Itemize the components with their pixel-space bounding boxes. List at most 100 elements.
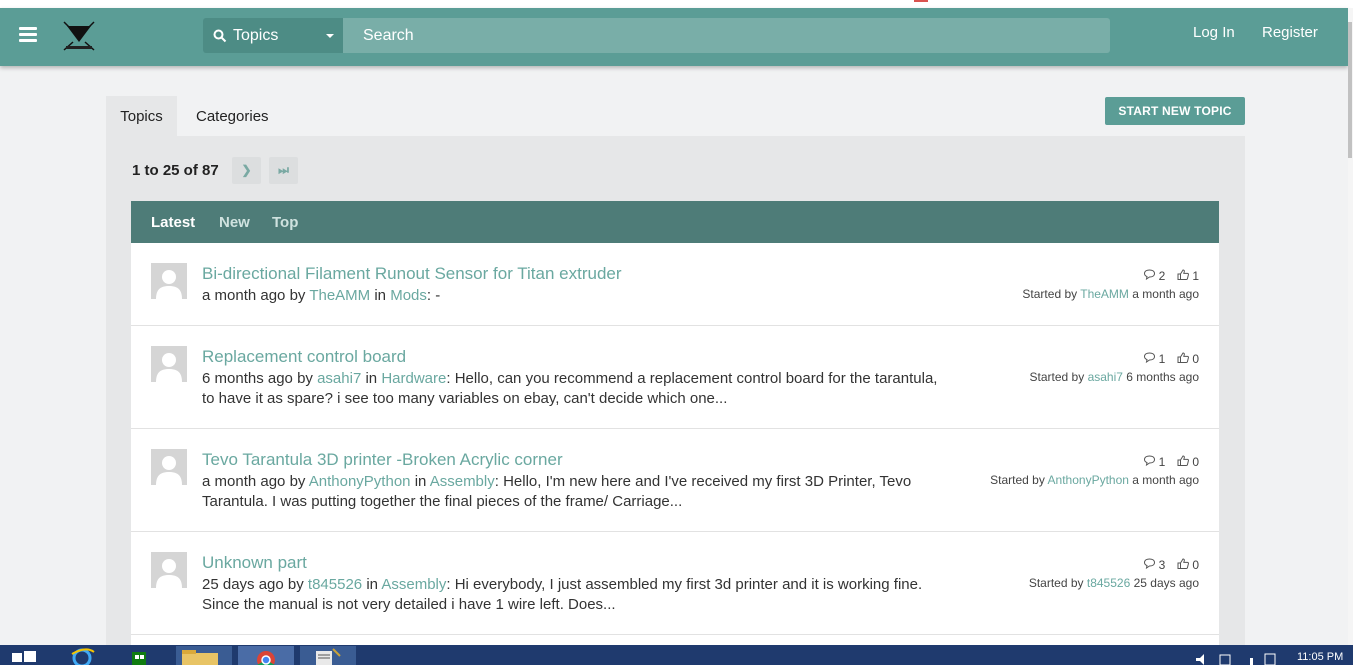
reply-count: 2 xyxy=(1158,269,1166,283)
next-page-button[interactable]: ❯ xyxy=(232,157,261,184)
reply-count: 1 xyxy=(1158,352,1166,366)
filter-top[interactable]: Top xyxy=(272,214,298,231)
thumbs-up-icon xyxy=(1177,352,1190,366)
started-time: 6 months ago xyxy=(1126,370,1199,384)
tab-topics[interactable]: Topics xyxy=(106,96,177,136)
topic-list: Bi-directional Filament Runout Sensor fo… xyxy=(131,243,1219,665)
topic-row[interactable]: Tevo Tarantula 3D printer -Broken Acryli… xyxy=(131,429,1219,532)
reply-count: 1 xyxy=(1158,455,1166,469)
starter-link[interactable]: TheAMM xyxy=(1080,287,1129,301)
store-icon[interactable] xyxy=(118,646,174,665)
topic-started-by: Started by TheAMM a month ago xyxy=(1022,287,1199,301)
started-time: 25 days ago xyxy=(1133,576,1199,590)
topic-started-by: Started by asahi7 6 months ago xyxy=(1030,370,1199,384)
login-link[interactable]: Log In xyxy=(1193,24,1235,41)
site-logo[interactable] xyxy=(58,16,100,58)
topic-meta: a month ago by TheAMM in Mods: - xyxy=(202,286,942,306)
topic-excerpt: : - xyxy=(426,287,441,304)
topic-time: a month ago xyxy=(202,473,286,490)
thumbs-up-icon xyxy=(1177,455,1190,469)
scrollbar[interactable] xyxy=(1348,8,1353,645)
started-by-label: Started by xyxy=(1028,576,1084,590)
notepad-icon[interactable] xyxy=(300,646,356,665)
topic-stats: 10 xyxy=(1131,455,1199,469)
topic-title-link[interactable]: Bi-directional Filament Runout Sensor fo… xyxy=(202,264,622,284)
topic-title-link[interactable]: Unknown part xyxy=(202,553,307,573)
avatar[interactable] xyxy=(151,552,187,588)
system-tray[interactable] xyxy=(1190,646,1290,665)
topic-row[interactable]: Bi-directional Filament Runout Sensor fo… xyxy=(131,243,1219,326)
category-link[interactable]: Mods xyxy=(390,287,427,304)
avatar[interactable] xyxy=(151,449,187,485)
topic-row[interactable]: Replacement control board 6 months ago by… xyxy=(131,326,1219,429)
filter-latest[interactable]: Latest xyxy=(151,214,195,231)
started-time: a month ago xyxy=(1132,473,1199,487)
topic-excerpt: : Hello, can you recommend a replacement… xyxy=(202,370,938,407)
topic-title-link[interactable]: Tevo Tarantula 3D printer -Broken Acryli… xyxy=(202,450,563,470)
thumbs-up-icon xyxy=(1177,558,1190,572)
category-link[interactable]: Assembly xyxy=(430,473,495,490)
starter-link[interactable]: t845526 xyxy=(1087,576,1130,590)
comment-icon xyxy=(1143,269,1156,283)
category-link[interactable]: Assembly xyxy=(381,576,446,593)
topic-title-link[interactable]: Replacement control board xyxy=(202,347,406,367)
author-link[interactable]: asahi7 xyxy=(317,370,361,387)
topic-started-by: Started by t845526 25 days ago xyxy=(1029,576,1199,590)
taskbar-clock: 11:05 PM xyxy=(1297,651,1344,663)
by-label: by xyxy=(287,576,304,593)
topic-row[interactable]: Unknown part 25 days ago by t845526 in As… xyxy=(131,532,1219,635)
browser-indicator xyxy=(914,0,928,2)
reply-count: 3 xyxy=(1158,558,1166,572)
tab-categories[interactable]: Categories xyxy=(196,96,269,136)
search-category-label: Topics xyxy=(233,27,279,44)
author-link[interactable]: t845526 xyxy=(308,576,362,593)
comment-icon xyxy=(1143,352,1156,366)
started-by-label: Started by xyxy=(1022,287,1078,301)
started-time: a month ago xyxy=(1132,287,1199,301)
topic-started-by: Started by AnthonyPython a month ago xyxy=(990,473,1199,487)
started-by-label: Started by xyxy=(990,473,1045,487)
comment-icon xyxy=(1143,558,1156,572)
in-label: in xyxy=(365,370,378,387)
category-link[interactable]: Hardware xyxy=(381,370,446,387)
in-label: in xyxy=(366,576,379,593)
like-count: 0 xyxy=(1192,558,1199,572)
search-icon xyxy=(213,29,227,43)
topic-time: 25 days ago xyxy=(202,576,284,593)
by-label: by xyxy=(297,370,313,387)
topic-time: 6 months ago xyxy=(202,370,293,387)
author-link[interactable]: AnthonyPython xyxy=(309,473,411,490)
avatar[interactable] xyxy=(151,346,187,382)
starter-link[interactable]: asahi7 xyxy=(1088,370,1123,384)
topic-stats: 30 xyxy=(1131,558,1199,572)
topic-meta: a month ago by AnthonyPython in Assembly… xyxy=(202,472,942,512)
in-label: in xyxy=(374,287,387,304)
thumbs-up-icon xyxy=(1177,269,1190,283)
windows-taskbar: 11:05 PM xyxy=(0,645,1353,665)
topic-time: a month ago xyxy=(202,287,286,304)
avatar[interactable] xyxy=(151,263,187,299)
by-label: by xyxy=(289,473,306,490)
topic-stats: 10 xyxy=(1131,352,1199,366)
start-new-topic-button[interactable]: START NEW TOPIC xyxy=(1105,97,1245,125)
like-count: 0 xyxy=(1192,352,1199,366)
started-by-label: Started by xyxy=(1029,370,1085,384)
file-explorer-icon[interactable] xyxy=(176,646,232,665)
topic-meta: 25 days ago by t845526 in Assembly: Hi e… xyxy=(202,575,942,615)
search-input[interactable] xyxy=(343,18,1110,53)
menu-icon[interactable] xyxy=(19,27,37,43)
topic-filter-bar: Latest New Top xyxy=(131,201,1219,243)
starter-link[interactable]: AnthonyPython xyxy=(1048,473,1129,487)
chrome-icon[interactable] xyxy=(238,646,294,665)
last-page-button[interactable]: ⏭ xyxy=(269,157,298,184)
start-windows-icon[interactable] xyxy=(0,646,44,665)
author-link[interactable]: TheAMM xyxy=(309,287,370,304)
register-link[interactable]: Register xyxy=(1262,24,1318,41)
filter-new[interactable]: New xyxy=(219,214,250,231)
search-category-select[interactable]: Topics xyxy=(203,18,343,53)
internet-explorer-icon[interactable] xyxy=(58,646,114,665)
scrollbar-thumb[interactable] xyxy=(1348,22,1352,158)
comment-icon xyxy=(1143,455,1156,469)
pagination-range: 1 to 25 of 87 xyxy=(132,162,219,179)
chevron-down-icon xyxy=(326,34,334,38)
